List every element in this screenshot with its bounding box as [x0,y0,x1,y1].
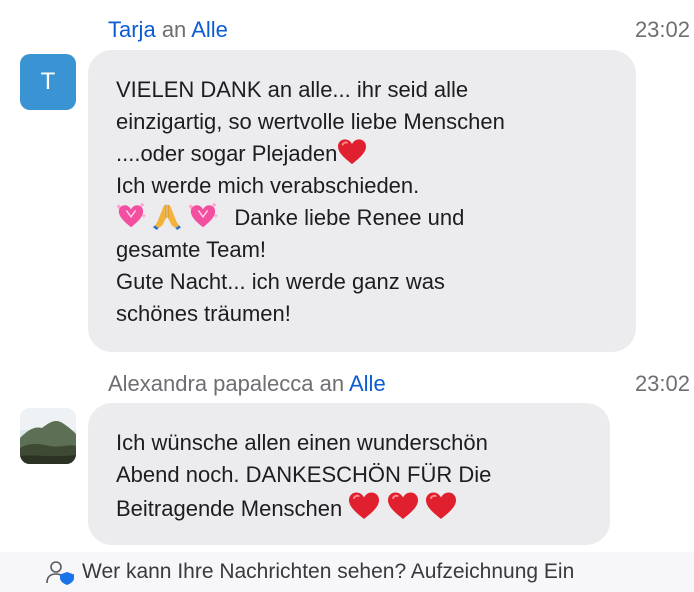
message-line: Abend noch. DANKESCHÖN FÜR Die [116,462,492,487]
red-heart-icon [337,138,367,166]
message-bubble[interactable]: Ich wünsche allen einen wunderschön Aben… [88,403,610,545]
landscape-photo-icon [20,408,76,464]
message-header: Alexandra papalecca an Alle 23:02 [108,369,694,399]
avatar[interactable]: T [20,54,76,110]
message-time: 23:02 [634,371,690,396]
message-line: einzigartig, so wertvolle liebe Menschen [116,109,505,134]
avatar-initial: T [40,68,56,95]
message-line: Beitragende Menschen [116,491,582,525]
heart-with-sparkles-icon [188,202,218,230]
avatar[interactable] [20,408,76,464]
person-shield-icon [46,561,74,585]
recipient-prefix: an [319,371,345,396]
message-line: Ich wünsche allen einen wunderschön [116,430,488,455]
red-heart-icon [387,491,419,521]
message-line: VIELEN DANK an alle... ihr seid alle [116,77,469,102]
message-time: 23:02 [634,17,690,42]
red-heart-icon [425,491,457,521]
message-line-text: Danke liebe Renee und [234,205,465,230]
message-line: Danke liebe Renee und [116,202,608,234]
privacy-footer-text: Wer kann Ihre Nachrichten sehen? Aufzeic… [82,560,575,583]
heart-with-sparkles-icon [116,202,146,230]
privacy-footer[interactable]: Wer kann Ihre Nachrichten sehen? Aufzeic… [0,552,694,592]
message-line: Ich werde mich verabschieden. [116,173,420,198]
sender-name[interactable]: Tarja [108,17,156,42]
sender-name[interactable]: Alexandra papalecca [108,371,313,396]
message-line: gesamte Team! [116,237,267,262]
message-header: Tarja an Alle 23:02 [108,15,694,45]
red-heart-icon [348,491,380,521]
folded-hands-icon [152,202,182,230]
message-line-text: ....oder sogar Plejaden [116,141,338,166]
message-line: ....oder sogar Plejaden [116,138,608,170]
recipient-prefix: an [161,17,187,42]
chat-message: Alexandra papalecca an Alle 23:02 Ich wü… [0,367,694,547]
recipient-name[interactable]: Alle [191,17,228,42]
message-bubble[interactable]: VIELEN DANK an alle... ihr seid alle ein… [88,50,636,352]
message-line: schönes träumen! [116,301,291,326]
message-line-text: Beitragende Menschen [116,496,343,521]
message-line: Gute Nacht... ich werde ganz was [116,269,445,294]
chat-message: Tarja an Alle 23:02 T VIELEN DANK an all… [0,12,694,357]
recipient-name[interactable]: Alle [349,371,386,396]
